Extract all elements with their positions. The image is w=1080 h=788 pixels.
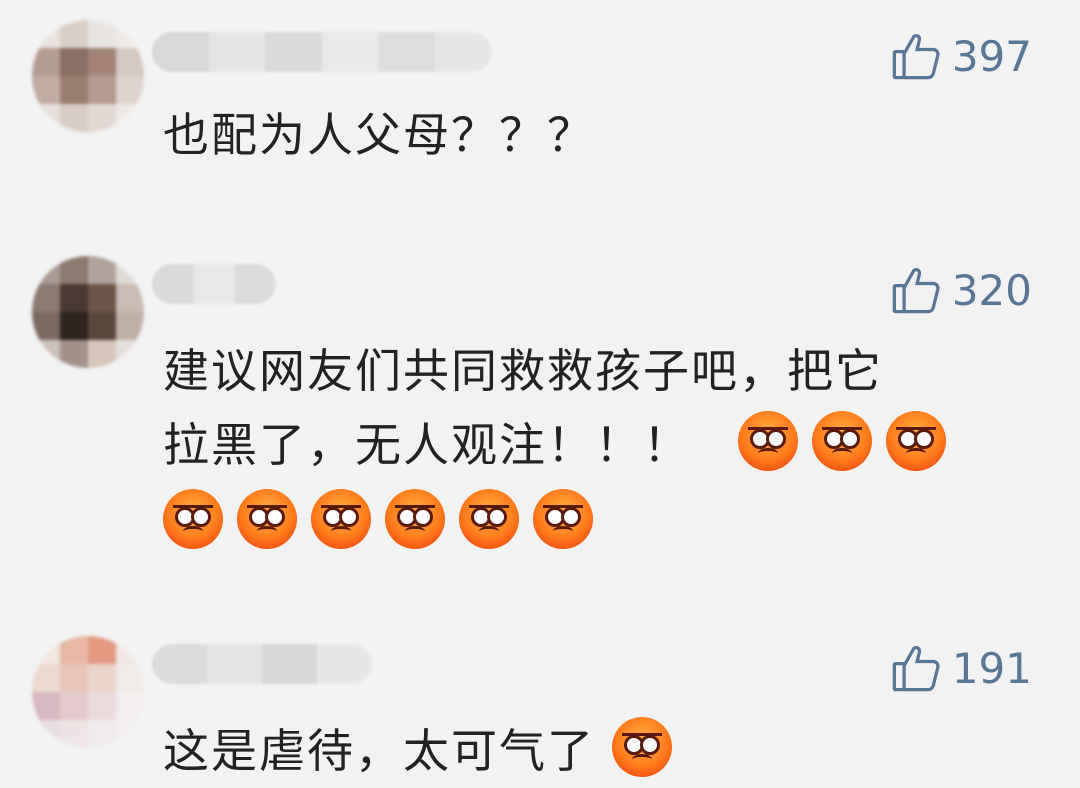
angry-face-emoji-icon bbox=[385, 489, 445, 549]
emoji-row bbox=[163, 486, 1020, 560]
username-blurred[interactable] bbox=[152, 32, 492, 72]
angry-face-emoji-icon bbox=[737, 411, 798, 471]
comment-item: 191 这是虐待，太可气了 bbox=[0, 610, 1080, 778]
like-button[interactable]: 397 bbox=[890, 30, 1032, 82]
avatar[interactable] bbox=[32, 256, 144, 368]
comment-text-line: 建议网友们共同救救孩子吧，把它 bbox=[163, 344, 883, 398]
like-count: 397 bbox=[951, 31, 1032, 81]
avatar[interactable] bbox=[32, 636, 144, 748]
comment-item: 397 也配为人父母？？？ bbox=[0, 0, 1080, 230]
comment-text-line: 拉黑了，无人观注！！！ bbox=[163, 408, 1020, 482]
like-count: 320 bbox=[951, 265, 1032, 315]
angry-face-emoji-icon bbox=[611, 717, 672, 777]
like-count: 191 bbox=[951, 643, 1032, 693]
angry-face-emoji-icon bbox=[237, 489, 297, 549]
thumbs-up-icon bbox=[892, 646, 940, 692]
angry-face-emoji-icon bbox=[811, 411, 872, 471]
comment-text-fragment: 拉黑了，无人观注！！！ bbox=[163, 418, 691, 472]
comment-text: 也配为人父母？？？ bbox=[163, 108, 595, 162]
angry-face-emoji-icon bbox=[885, 411, 946, 471]
angry-face-emoji-icon bbox=[163, 489, 223, 549]
username-blurred[interactable] bbox=[152, 644, 372, 684]
avatar[interactable] bbox=[32, 20, 144, 132]
angry-face-emoji-icon bbox=[311, 489, 371, 549]
comment-text: 这是虐待，太可气了 bbox=[163, 714, 1020, 788]
comment-text-fragment: 这是虐待，太可气了 bbox=[163, 724, 595, 778]
username-blurred[interactable] bbox=[152, 264, 276, 304]
like-button[interactable]: 320 bbox=[890, 264, 1032, 316]
comment-item: 320 建议网友们共同救救孩子吧，把它 拉黑了，无人观注！！！ bbox=[0, 230, 1080, 610]
thumbs-up-icon bbox=[892, 268, 940, 314]
thumbs-up-icon bbox=[892, 34, 940, 80]
angry-face-emoji-icon bbox=[459, 489, 519, 549]
angry-face-emoji-icon bbox=[533, 489, 593, 549]
like-button[interactable]: 191 bbox=[890, 642, 1032, 694]
comment-text: 建议网友们共同救救孩子吧，把它 拉黑了，无人观注！！！ bbox=[163, 334, 1020, 560]
